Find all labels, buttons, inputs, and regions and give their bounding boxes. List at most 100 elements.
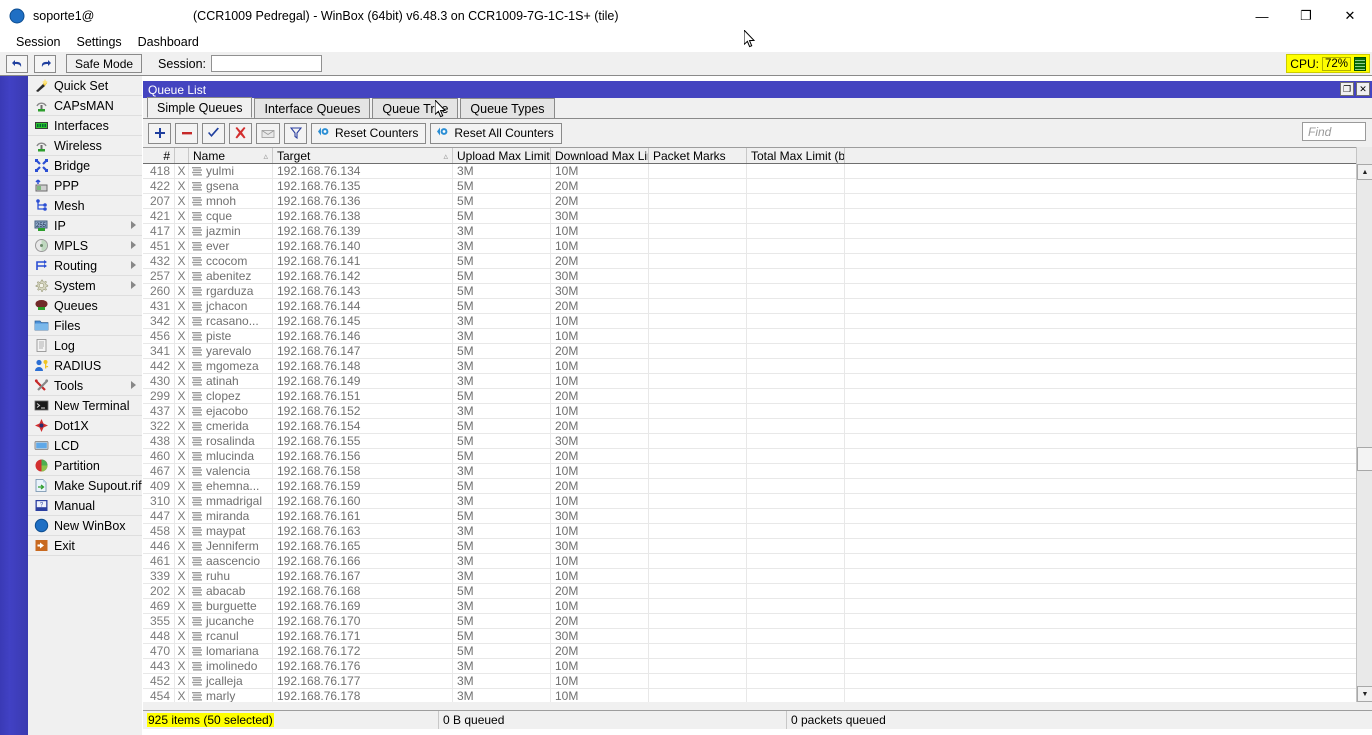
table-vertical-scrollbar[interactable]: ▲ ▼ [1356, 147, 1372, 702]
table-row[interactable]: 432Xccocom192.168.76.1415M20M [143, 254, 1372, 269]
sidebar-item-files[interactable]: Files [28, 316, 142, 336]
sidebar-item-wireless[interactable]: Wireless [28, 136, 142, 156]
sidebar-item-capsman[interactable]: CAPsMAN [28, 96, 142, 116]
cell-filler [845, 629, 1372, 644]
table-row[interactable]: 355Xjucanche192.168.76.1705M20M [143, 614, 1372, 629]
table-row[interactable]: 451Xever192.168.76.1403M10M [143, 239, 1372, 254]
sidebar-item-mpls[interactable]: MPLS [28, 236, 142, 256]
table-row[interactable]: 322Xcmerida192.168.76.1545M20M [143, 419, 1372, 434]
table-row[interactable]: 446XJenniferm192.168.76.1655M30M [143, 539, 1372, 554]
table-row[interactable]: 422Xgsena192.168.76.1355M20M [143, 179, 1372, 194]
sidebar-item-tools[interactable]: Tools [28, 376, 142, 396]
sidebar-item-new-winbox[interactable]: New WinBox [28, 516, 142, 536]
table-row[interactable]: 447Xmiranda192.168.76.1615M30M [143, 509, 1372, 524]
table-row[interactable]: 430Xatinah192.168.76.1493M10M [143, 374, 1372, 389]
table-row[interactable]: 299Xclopez192.168.76.1515M20M [143, 389, 1372, 404]
menu-settings[interactable]: Settings [68, 33, 129, 51]
tab-queue-tree[interactable]: Queue Tree [372, 98, 458, 118]
table-row[interactable]: 339Xruhu192.168.76.1673M10M [143, 569, 1372, 584]
maximize-button[interactable]: ❐ [1284, 0, 1328, 32]
column-header-packet-marks[interactable]: Packet Marks [649, 148, 747, 163]
sidebar-item-queues[interactable]: Queues [28, 296, 142, 316]
sidebar-item-radius[interactable]: RADIUS [28, 356, 142, 376]
session-input[interactable] [211, 55, 322, 72]
tab-simple-queues[interactable]: Simple Queues [147, 97, 252, 118]
remove-button[interactable] [175, 123, 198, 144]
enable-button[interactable] [202, 123, 225, 144]
sidebar-item-quick-set[interactable]: Quick Set [28, 76, 142, 96]
menu-session[interactable]: Session [8, 33, 68, 51]
sidebar-item-interfaces[interactable]: Interfaces [28, 116, 142, 136]
table-row[interactable]: 461Xaascencio192.168.76.1663M10M [143, 554, 1372, 569]
table-row[interactable]: 257Xabenitez192.168.76.1425M30M [143, 269, 1372, 284]
filter-button[interactable] [284, 123, 307, 144]
column-header-name[interactable]: Name ▵ [189, 148, 273, 163]
scroll-down-button[interactable]: ▼ [1357, 686, 1372, 702]
find-input[interactable]: Find [1302, 122, 1366, 141]
table-row[interactable]: 431Xjchacon192.168.76.1445M20M [143, 299, 1372, 314]
table-row[interactable]: 442Xmgomeza192.168.76.1483M10M [143, 359, 1372, 374]
comment-button[interactable] [256, 123, 280, 144]
table-row[interactable]: 341Xyarevalo192.168.76.1475M20M [143, 344, 1372, 359]
table-row[interactable]: 437Xejacobo192.168.76.1523M10M [143, 404, 1372, 419]
table-row[interactable]: 409Xehemna...192.168.76.1595M20M [143, 479, 1372, 494]
table-row[interactable]: 260Xrgarduza192.168.76.1435M30M [143, 284, 1372, 299]
table-row[interactable]: 452Xjcalleja192.168.76.1773M10M [143, 674, 1372, 689]
column-header-total-max-limit[interactable]: Total Max Limit (bi... [747, 148, 845, 163]
disable-button[interactable] [229, 123, 252, 144]
table-row[interactable]: 467Xvalencia192.168.76.1583M10M [143, 464, 1372, 479]
column-header-download-max-limit[interactable]: Download Max Limit [551, 148, 649, 163]
column-header-target[interactable]: Target ▵ [273, 148, 453, 163]
reset-all-counters-button[interactable]: Reset All Counters [430, 123, 561, 144]
sidebar-item-partition[interactable]: Partition [28, 456, 142, 476]
table-row[interactable]: 443Ximolinedo192.168.76.1763M10M [143, 659, 1372, 674]
table-row[interactable]: 448Xrcanul192.168.76.1715M30M [143, 629, 1372, 644]
undo-icon[interactable] [6, 55, 28, 73]
sidebar-item-routing[interactable]: Routing [28, 256, 142, 276]
scroll-thumb[interactable] [1357, 447, 1372, 471]
safe-mode-button[interactable]: Safe Mode [66, 54, 142, 73]
sidebar-item-bridge[interactable]: Bridge [28, 156, 142, 176]
tab-interface-queues[interactable]: Interface Queues [254, 98, 370, 118]
table-row[interactable]: 438Xrosalinda192.168.76.1555M30M [143, 434, 1372, 449]
close-button[interactable]: ✕ [1328, 0, 1372, 32]
sidebar-item-system[interactable]: System [28, 276, 142, 296]
table-row[interactable]: 418Xyulmi192.168.76.1343M10M [143, 164, 1372, 179]
sidebar-item-new-terminal[interactable]: New Terminal [28, 396, 142, 416]
table-row[interactable]: 417Xjazmin192.168.76.1393M10M [143, 224, 1372, 239]
sidebar-item-make-supout[interactable]: Make Supout.rif [28, 476, 142, 496]
scroll-up-button[interactable]: ▲ [1357, 164, 1372, 180]
sidebar-item-ip[interactable]: 255 IP [28, 216, 142, 236]
menu-dashboard[interactable]: Dashboard [130, 33, 207, 51]
redo-icon[interactable] [34, 55, 56, 73]
sidebar-item-log[interactable]: Log [28, 336, 142, 356]
table-row[interactable]: 458Xmaypat192.168.76.1633M10M [143, 524, 1372, 539]
queue-close-button[interactable]: ✕ [1356, 82, 1370, 96]
table-row[interactable]: 421Xcque192.168.76.1385M30M [143, 209, 1372, 224]
queue-table-body[interactable]: 418Xyulmi192.168.76.1343M10M422Xgsena192… [143, 164, 1372, 702]
sidebar-item-exit[interactable]: Exit [28, 536, 142, 556]
cell-flag: X [175, 209, 189, 224]
sidebar-item-mesh[interactable]: Mesh [28, 196, 142, 216]
table-row[interactable]: 454Xmarly192.168.76.1783M10M [143, 689, 1372, 702]
reset-counters-button[interactable]: Reset Counters [311, 123, 426, 144]
queue-restore-button[interactable]: ❐ [1340, 82, 1354, 96]
column-header-num[interactable]: # [143, 148, 175, 163]
minimize-button[interactable]: — [1240, 0, 1284, 32]
table-row[interactable]: 456Xpiste192.168.76.1463M10M [143, 329, 1372, 344]
add-button[interactable] [148, 123, 171, 144]
sidebar-item-lcd[interactable]: LCD [28, 436, 142, 456]
column-header-flag[interactable] [175, 148, 189, 163]
table-row[interactable]: 470Xlomariana192.168.76.1725M20M [143, 644, 1372, 659]
sidebar-item-manual[interactable]: ? Manual [28, 496, 142, 516]
table-row[interactable]: 202Xabacab192.168.76.1685M20M [143, 584, 1372, 599]
tab-queue-types[interactable]: Queue Types [460, 98, 554, 118]
column-header-upload-max-limit[interactable]: Upload Max Limit [453, 148, 551, 163]
table-row[interactable]: 469Xburguette192.168.76.1693M10M [143, 599, 1372, 614]
sidebar-item-dot1x[interactable]: Dot1X [28, 416, 142, 436]
table-row[interactable]: 207Xmnoh192.168.76.1365M20M [143, 194, 1372, 209]
sidebar-item-ppp[interactable]: PPP [28, 176, 142, 196]
table-row[interactable]: 460Xmlucinda192.168.76.1565M20M [143, 449, 1372, 464]
table-row[interactable]: 310Xmmadrigal192.168.76.1603M10M [143, 494, 1372, 509]
table-row[interactable]: 342Xrcasano...192.168.76.1453M10M [143, 314, 1372, 329]
